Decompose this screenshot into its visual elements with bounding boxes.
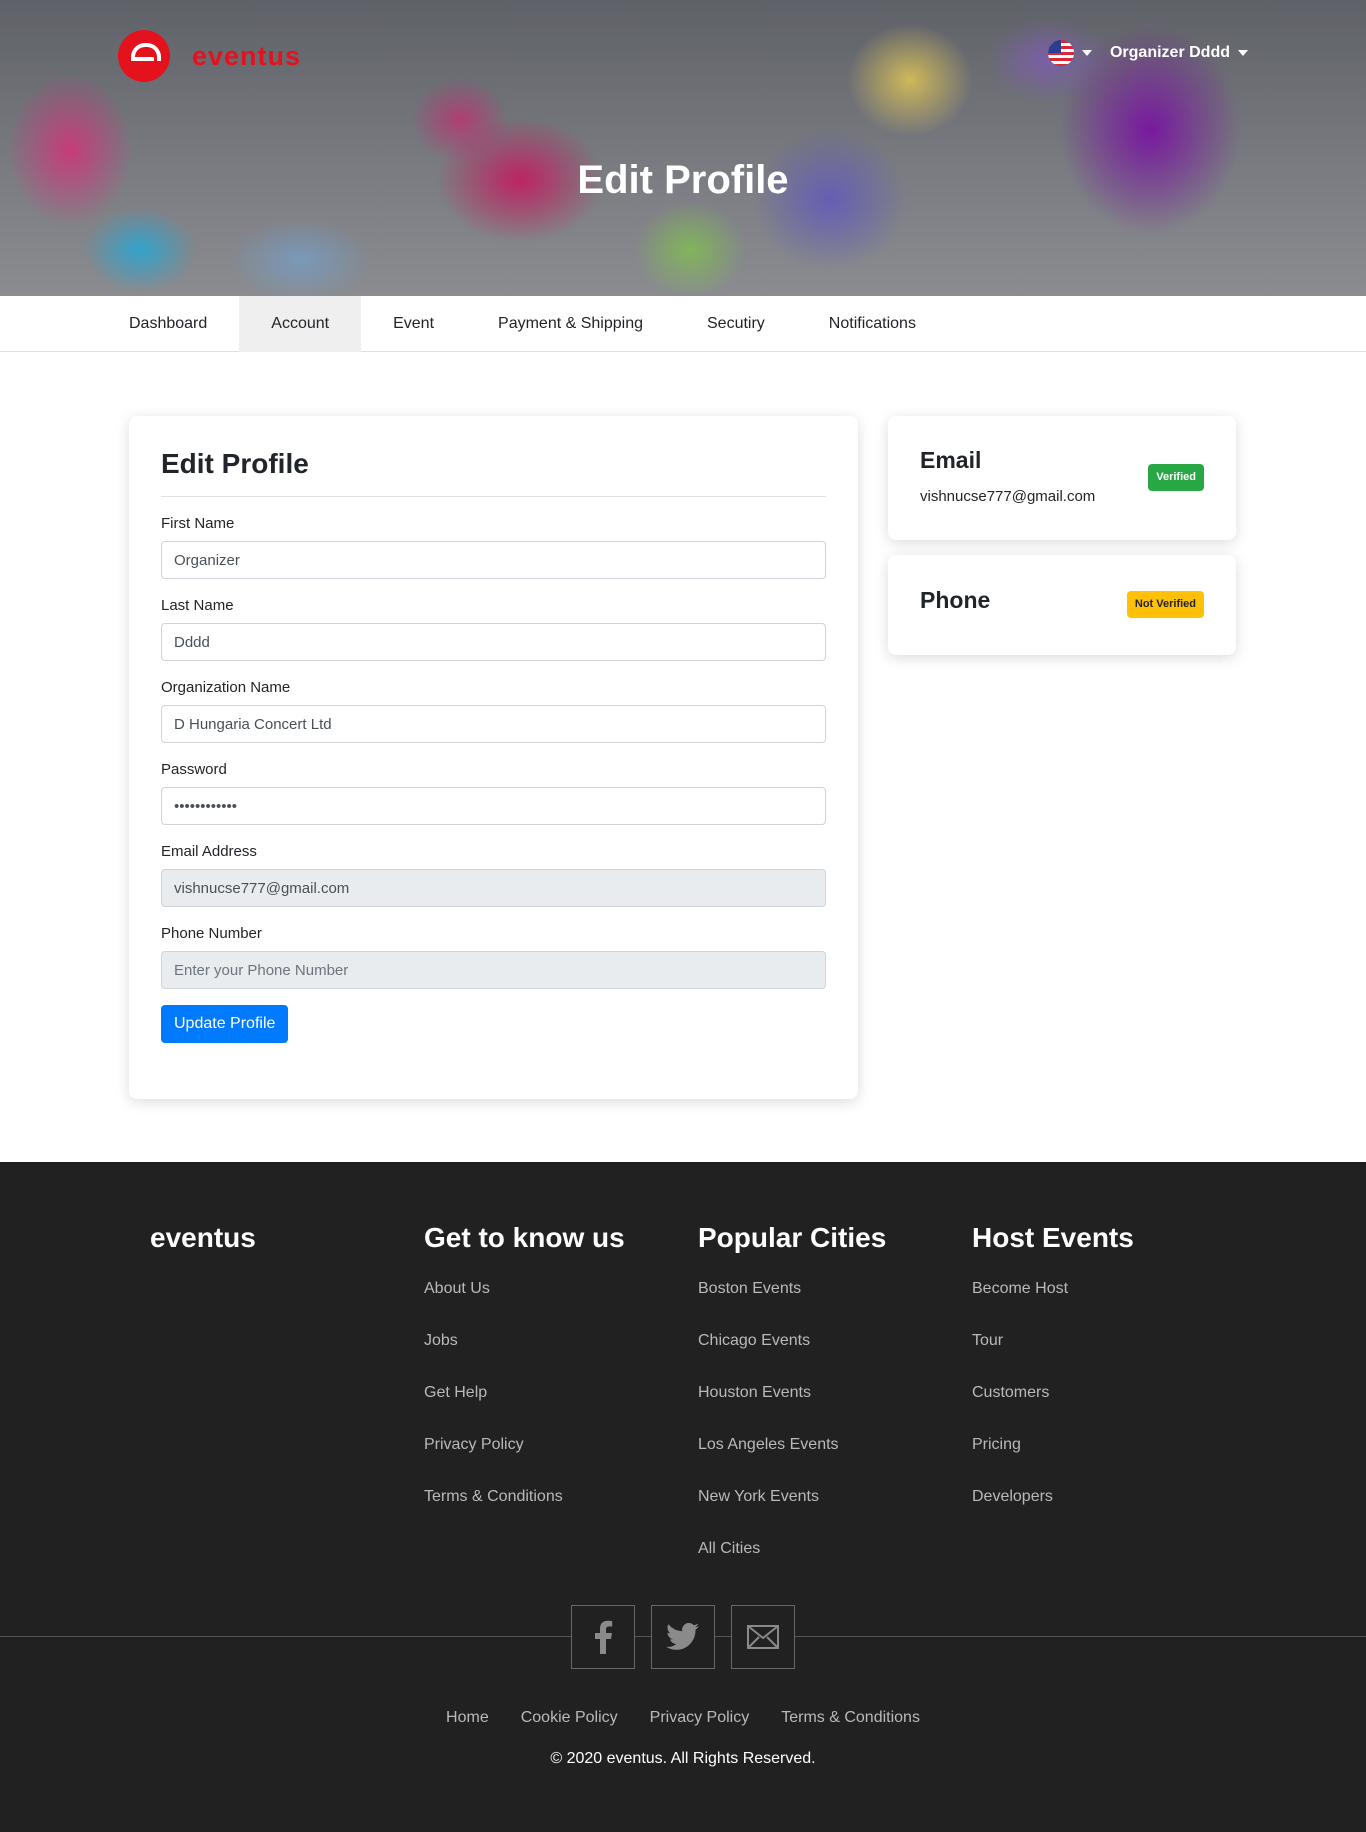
- form-title: Edit Profile: [161, 448, 826, 497]
- facebook-button[interactable]: [571, 1605, 635, 1669]
- mail-button[interactable]: [731, 1605, 795, 1669]
- twitter-icon: [666, 1623, 699, 1650]
- footer-link-houston[interactable]: Houston Events: [698, 1376, 886, 1428]
- footer-link-become-host[interactable]: Become Host: [972, 1272, 1134, 1324]
- tab-account[interactable]: Account: [239, 296, 362, 352]
- email-label: Email Address: [161, 843, 257, 860]
- footer-link-terms[interactable]: Terms & Conditions: [424, 1480, 625, 1532]
- account-tabs: Dashboard Account Event Payment & Shippi…: [0, 296, 1366, 352]
- footer-brand[interactable]: eventus: [150, 1222, 256, 1254]
- first-name-group: First Name: [161, 515, 826, 579]
- footer-link-jobs[interactable]: Jobs: [424, 1324, 625, 1376]
- footer-link-privacy[interactable]: Privacy Policy: [424, 1428, 625, 1480]
- not-verified-badge: Not Verified: [1126, 591, 1204, 618]
- footer-link-pricing[interactable]: Pricing: [972, 1428, 1134, 1480]
- last-name-input[interactable]: [161, 623, 826, 661]
- tab-payment-shipping[interactable]: Payment & Shipping: [466, 296, 675, 352]
- footer-link-boston[interactable]: Boston Events: [698, 1272, 886, 1324]
- footer-heading: Popular Cities: [698, 1222, 887, 1253]
- footer-link-customers[interactable]: Customers: [972, 1376, 1134, 1428]
- language-selector[interactable]: [1047, 40, 1092, 66]
- verified-badge: Verified: [1148, 464, 1204, 491]
- phone-input[interactable]: [161, 951, 826, 989]
- phone-verification-card: Phone Not Verified: [888, 555, 1236, 655]
- email-card-title: Email: [920, 447, 982, 473]
- email-input[interactable]: [161, 869, 826, 907]
- us-flag-icon: [1047, 40, 1074, 66]
- user-name: Organizer Dddd: [1109, 44, 1230, 61]
- facebook-icon: [595, 1620, 613, 1654]
- footer-heading: Host Events: [972, 1222, 1134, 1253]
- phone-group: Phone Number: [161, 925, 826, 989]
- first-name-label: First Name: [161, 515, 235, 532]
- tab-security[interactable]: Secutiry: [675, 296, 797, 352]
- email-card-value: vishnucse777@gmail.com: [920, 488, 1096, 505]
- last-name-group: Last Name: [161, 597, 826, 661]
- mail-icon: [747, 1625, 779, 1649]
- email-verification-card: Email vishnucse777@gmail.com Verified: [888, 416, 1236, 540]
- logo-text: eventus: [192, 40, 302, 71]
- phone-label: Phone Number: [161, 925, 262, 942]
- password-group: Password: [161, 761, 826, 825]
- footer-link-tour[interactable]: Tour: [972, 1324, 1134, 1376]
- bottom-link-privacy[interactable]: Privacy Policy: [650, 1709, 750, 1727]
- organization-group: Organization Name: [161, 679, 826, 743]
- organization-label: Organization Name: [161, 679, 291, 696]
- tab-notifications[interactable]: Notifications: [797, 296, 948, 352]
- organization-input[interactable]: [161, 705, 826, 743]
- update-profile-button[interactable]: Update Profile: [161, 1005, 289, 1043]
- footer-link-new-york[interactable]: New York Events: [698, 1480, 886, 1532]
- footer-link-developers[interactable]: Developers: [972, 1480, 1134, 1532]
- footer-bottom-nav: Home Cookie Policy Privacy Policy Terms …: [0, 1709, 1366, 1727]
- footer-col-cities: Popular Cities Boston Events Chicago Eve…: [698, 1222, 886, 1584]
- footer-link-help[interactable]: Get Help: [424, 1376, 625, 1428]
- bottom-link-terms[interactable]: Terms & Conditions: [781, 1709, 920, 1727]
- footer-link-all-cities[interactable]: All Cities: [698, 1532, 886, 1584]
- chevron-down-icon: [1081, 50, 1092, 56]
- footer-col-about: Get to know us About Us Jobs Get Help Pr…: [424, 1222, 625, 1532]
- bottom-link-home[interactable]: Home: [446, 1709, 489, 1727]
- footer-link-chicago[interactable]: Chicago Events: [698, 1324, 886, 1376]
- tab-dashboard[interactable]: Dashboard: [97, 296, 239, 352]
- copyright: © 2020 eventus. All Rights Reserved.: [550, 1750, 816, 1767]
- footer-heading: Get to know us: [424, 1222, 625, 1253]
- password-input[interactable]: [161, 787, 826, 825]
- footer-brand-col: eventus: [150, 1222, 256, 1254]
- last-name-label: Last Name: [161, 597, 234, 614]
- first-name-input[interactable]: [161, 541, 826, 579]
- email-group: Email Address: [161, 843, 826, 907]
- tab-event[interactable]: Event: [361, 296, 466, 352]
- footer: eventus Get to know us About Us Jobs Get…: [0, 1162, 1366, 1832]
- password-label: Password: [161, 761, 227, 778]
- edit-profile-card: Edit Profile First Name Last Name Organi…: [129, 416, 858, 1099]
- footer-link-about[interactable]: About Us: [424, 1272, 625, 1324]
- user-menu[interactable]: Organizer Dddd: [1092, 44, 1248, 62]
- page-title: Edit Profile: [577, 158, 789, 202]
- phone-card-title: Phone: [920, 587, 991, 613]
- hero-banner: eventus Organizer Dddd Edit Profile: [0, 0, 1366, 296]
- chevron-down-icon: [1238, 50, 1248, 56]
- logo[interactable]: eventus: [118, 30, 301, 82]
- bottom-link-cookie[interactable]: Cookie Policy: [521, 1709, 618, 1727]
- footer-link-los-angeles[interactable]: Los Angeles Events: [698, 1428, 886, 1480]
- logo-mark-icon: [118, 30, 170, 82]
- main-content: Edit Profile First Name Last Name Organi…: [0, 352, 1366, 1162]
- footer-col-host: Host Events Become Host Tour Customers P…: [972, 1222, 1134, 1532]
- header-actions: Organizer Dddd: [1047, 40, 1248, 66]
- social-links: [571, 1605, 795, 1669]
- twitter-button[interactable]: [651, 1605, 715, 1669]
